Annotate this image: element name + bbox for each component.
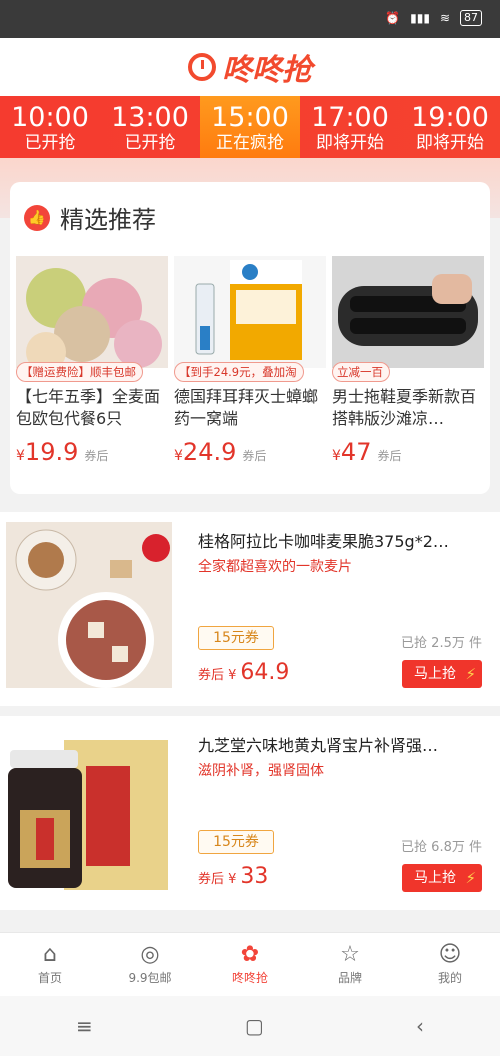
sold-count: 已抢 6.8万 件 <box>401 840 482 855</box>
price-value: 64.9 <box>240 660 290 685</box>
tab-label: 首页 <box>37 971 62 985</box>
tab-label: 咚咚抢 <box>231 971 268 985</box>
back-icon[interactable]: ‹ <box>416 1014 424 1038</box>
slot-state: 即将开始 <box>416 133 484 153</box>
product-price: 券后 ¥33 <box>198 864 268 889</box>
slot-state: 已开抢 <box>124 133 176 153</box>
tab-9-9[interactable]: ◎ 9.9包邮 <box>100 933 200 996</box>
tab-label: 9.9包邮 <box>128 971 172 985</box>
tab-brand[interactable]: ☆ 品牌 <box>300 933 400 996</box>
after-coupon-label: 券后 <box>377 449 402 463</box>
tab-mine[interactable]: ☺ 我的 <box>400 933 500 996</box>
product-subtitle: 滋阴补肾，强肾固体 <box>198 763 324 779</box>
product-name: 九芝堂六味地黄丸肾宝片补肾强… <box>198 736 439 755</box>
wifi-icon: ≋ <box>439 11 450 25</box>
featured-name: 【七年五季】全麦面包欧包代餐6只 <box>16 387 161 428</box>
app-header: 咚咚抢 <box>0 38 500 96</box>
logo-text: 咚咚抢 <box>222 53 312 88</box>
featured-name: 男士拖鞋夏季新款百搭韩版沙滩凉… <box>332 387 477 428</box>
price-value: 47 <box>340 438 372 466</box>
system-nav-bar: ≡ ▢ ‹ <box>0 996 500 1056</box>
sandal-image <box>332 256 484 368</box>
product-row[interactable]: 桂格阿拉比卡咖啡麦果脆375g*2… 全家都超喜欢的一款麦片 15元券 券后 ¥… <box>0 512 500 706</box>
featured-price: ¥47 券后 <box>332 438 484 466</box>
roach-bait-image <box>174 256 326 368</box>
featured-title: 精选推荐 <box>60 206 156 234</box>
coupon-badge[interactable]: 15元券 <box>198 830 274 854</box>
time-slot-1900[interactable]: 19:00 即将开始 <box>400 96 500 158</box>
after-coupon-label: 券后 <box>242 449 267 463</box>
featured-item[interactable]: 立减一百 男士拖鞋夏季新款百搭韩版沙滩凉… ¥47 券后 <box>332 256 484 466</box>
menu-icon[interactable]: ≡ <box>76 1014 93 1038</box>
clock-icon <box>188 53 216 81</box>
product-name: 桂格阿拉比卡咖啡麦果脆375g*2… <box>198 532 449 551</box>
featured-name: 德国拜耳拜灭士蟑螂药一窝端 <box>174 387 319 428</box>
buy-now-button[interactable]: 马上抢 <box>402 660 482 688</box>
slot-state: 即将开始 <box>316 133 384 153</box>
slot-time: 10:00 <box>11 102 89 133</box>
user-icon: ☺ <box>438 942 462 967</box>
featured-price: ¥24.9 券后 <box>174 438 326 466</box>
product-row[interactable]: 九芝堂六味地黄丸肾宝片补肾强… 滋阴补肾，强肾固体 15元券 券后 ¥33 已抢… <box>0 716 500 910</box>
product-price: 券后 ¥64.9 <box>198 660 289 685</box>
coupon-badge[interactable]: 15元券 <box>198 626 274 650</box>
slot-time: 13:00 <box>111 102 189 133</box>
slot-time: 17:00 <box>311 102 389 133</box>
time-slot-bar: 10:00 已开抢 13:00 已开抢 15:00 正在疯抢 17:00 即将开始 19… <box>0 96 500 158</box>
medicine-image <box>6 726 172 892</box>
tab-dongdong[interactable]: ✿ 咚咚抢 <box>200 933 300 996</box>
flower-icon: ✿ <box>240 942 260 967</box>
price-symbol: ¥ <box>174 448 183 464</box>
product-subtitle: 全家都超喜欢的一款麦片 <box>198 559 352 575</box>
price-value: 33 <box>240 864 269 889</box>
featured-price: ¥19.9 券后 <box>16 438 168 466</box>
status-bar: ⏰ ▮▮▮ ≋ 87 <box>0 0 500 38</box>
signal-icon: ▮▮▮ <box>410 11 430 25</box>
price-value: 24.9 <box>182 438 237 466</box>
featured-tag: 【到手24.9元，叠加淘 <box>174 362 304 382</box>
app-logo: 咚咚抢 <box>188 45 312 89</box>
slot-time: 15:00 <box>211 102 289 133</box>
featured-item[interactable]: 【到手24.9元，叠加淘 德国拜耳拜灭士蟑螂药一窝端 ¥24.9 券后 <box>174 256 326 466</box>
home-square-icon[interactable]: ▢ <box>245 1014 264 1038</box>
price-symbol: ¥ <box>332 448 341 464</box>
featured-tag: 【赠运费险】顺丰包邮 <box>16 362 143 382</box>
price-prefix: 券后 ¥ <box>198 872 237 887</box>
tab-home[interactable]: ⌂ 首页 <box>0 933 100 996</box>
tab-label: 我的 <box>437 971 462 985</box>
star-icon: ☆ <box>340 942 360 967</box>
featured-tag: 立减一百 <box>332 362 390 382</box>
time-slot-1500[interactable]: 15:00 正在疯抢 <box>200 96 300 158</box>
battery-indicator: 87 <box>460 10 482 26</box>
99-icon: ◎ <box>140 942 160 967</box>
after-coupon-label: 券后 <box>84 449 109 463</box>
home-icon: ⌂ <box>43 942 57 967</box>
slot-state: 已开抢 <box>24 133 76 153</box>
time-slot-1300[interactable]: 13:00 已开抢 <box>100 96 200 158</box>
featured-card: 👍 精选推荐 【赠运费险】顺丰包邮 【七年五季】全麦面包欧包代餐6只 ¥19.9… <box>10 182 490 494</box>
price-prefix: 券后 ¥ <box>198 668 237 683</box>
slot-state: 正在疯抢 <box>216 133 284 153</box>
price-value: 19.9 <box>24 438 79 466</box>
tab-label: 品牌 <box>337 971 362 985</box>
bottom-tab-bar: ⌂ 首页 ◎ 9.9包邮 ✿ 咚咚抢 ☆ 品牌 ☺ 我的 <box>0 932 500 996</box>
time-slot-1000[interactable]: 10:00 已开抢 <box>0 96 100 158</box>
bread-image <box>16 256 168 368</box>
buy-now-button[interactable]: 马上抢 <box>402 864 482 892</box>
alarm-icon: ⏰ <box>385 11 401 25</box>
slot-time: 19:00 <box>411 102 489 133</box>
featured-item[interactable]: 【赠运费险】顺丰包邮 【七年五季】全麦面包欧包代餐6只 ¥19.9 券后 <box>16 256 168 466</box>
price-symbol: ¥ <box>16 448 25 464</box>
cereal-image <box>6 522 172 688</box>
time-slot-1700[interactable]: 17:00 即将开始 <box>300 96 400 158</box>
thumbs-up-icon: 👍 <box>24 204 50 231</box>
sold-count: 已抢 2.5万 件 <box>401 636 482 651</box>
